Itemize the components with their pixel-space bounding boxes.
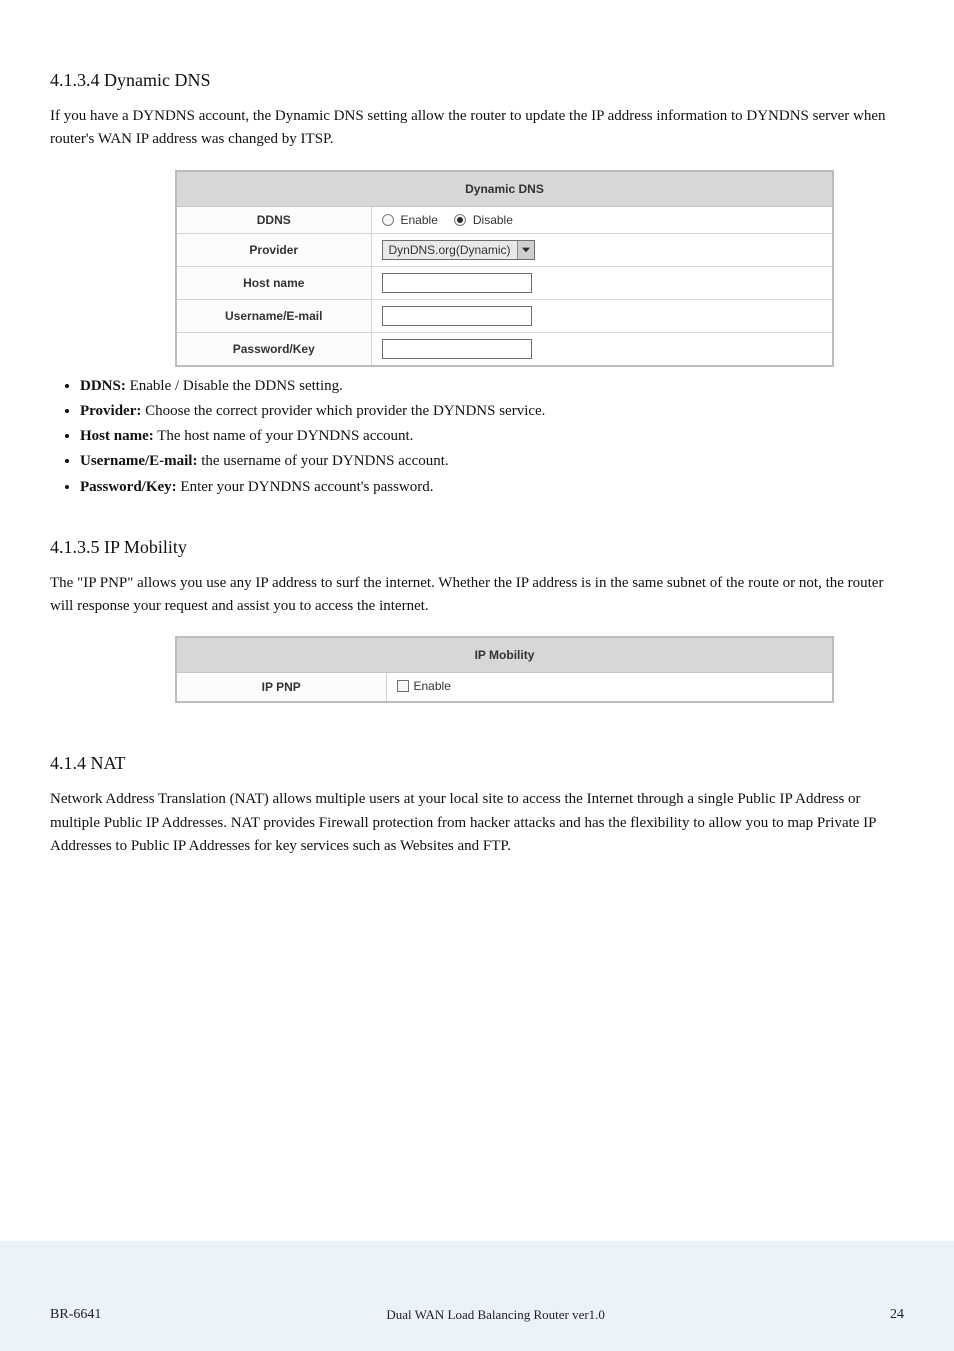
chevron-down-icon	[517, 241, 534, 259]
section-heading-ipmobility: 4.1.3.5 IP Mobility	[50, 537, 904, 558]
list-item: Host name: The host name of your DYNDNS …	[80, 425, 904, 448]
hostname-input[interactable]	[382, 273, 532, 293]
ippnp-enable-label: Enable	[414, 679, 451, 693]
ipmobility-table-header: IP Mobility	[176, 637, 833, 673]
password-row-label: Password/Key	[176, 332, 371, 366]
footer-left: BR-6641	[50, 1307, 101, 1323]
ippnp-row-label: IP PNP	[176, 673, 386, 703]
provider-row-label: Provider	[176, 233, 371, 266]
ddns-enable-label: Enable	[401, 213, 438, 227]
footer-right: 24	[890, 1307, 904, 1323]
ddns-disable-radio[interactable]	[454, 214, 466, 226]
ddns-row-label: DDNS	[176, 206, 371, 233]
table-row: DDNS Enable Disable	[176, 206, 833, 233]
table-row: Host name	[176, 266, 833, 299]
ddns-bullet-list: DDNS: Enable / Disable the DDNS setting.…	[80, 375, 904, 499]
table-row: IP PNP Enable	[176, 673, 833, 703]
footer-center: Dual WAN Load Balancing Router ver1.0	[101, 1307, 890, 1323]
section-heading-nat: 4.1.4 NAT	[50, 753, 904, 774]
provider-select-value: DynDNS.org(Dynamic)	[383, 241, 517, 259]
hostname-row-label: Host name	[176, 266, 371, 299]
ddns-disable-label: Disable	[473, 213, 513, 227]
list-item: Password/Key: Enter your DYNDNS account'…	[80, 476, 904, 499]
table-row: Username/E-mail	[176, 299, 833, 332]
username-row-label: Username/E-mail	[176, 299, 371, 332]
ddns-intro: If you have a DYNDNS account, the Dynami…	[50, 105, 904, 152]
ippnp-enable-checkbox[interactable]	[397, 680, 409, 692]
table-row: Password/Key	[176, 332, 833, 366]
ddns-enable-radio[interactable]	[382, 214, 394, 226]
ddns-table-header: Dynamic DNS	[176, 171, 833, 207]
nat-intro: Network Address Translation (NAT) allows…	[50, 788, 904, 858]
ipmobility-table: IP Mobility IP PNP Enable	[175, 636, 834, 703]
ipmobility-intro: The "IP PNP" allows you use any IP addre…	[50, 572, 904, 619]
ddns-table: Dynamic DNS DDNS Enable Disable	[175, 170, 834, 367]
password-input[interactable]	[382, 339, 532, 359]
list-item: Provider: Choose the correct provider wh…	[80, 400, 904, 423]
list-item: DDNS: Enable / Disable the DDNS setting.	[80, 375, 904, 398]
list-item: Username/E-mail: the username of your DY…	[80, 450, 904, 473]
provider-select[interactable]: DynDNS.org(Dynamic)	[382, 240, 535, 260]
table-row: Provider DynDNS.org(Dynamic)	[176, 233, 833, 266]
section-heading-ddns: 4.1.3.4 Dynamic DNS	[50, 70, 904, 91]
page-footer: BR-6641 Dual WAN Load Balancing Router v…	[0, 1241, 954, 1351]
username-input[interactable]	[382, 306, 532, 326]
